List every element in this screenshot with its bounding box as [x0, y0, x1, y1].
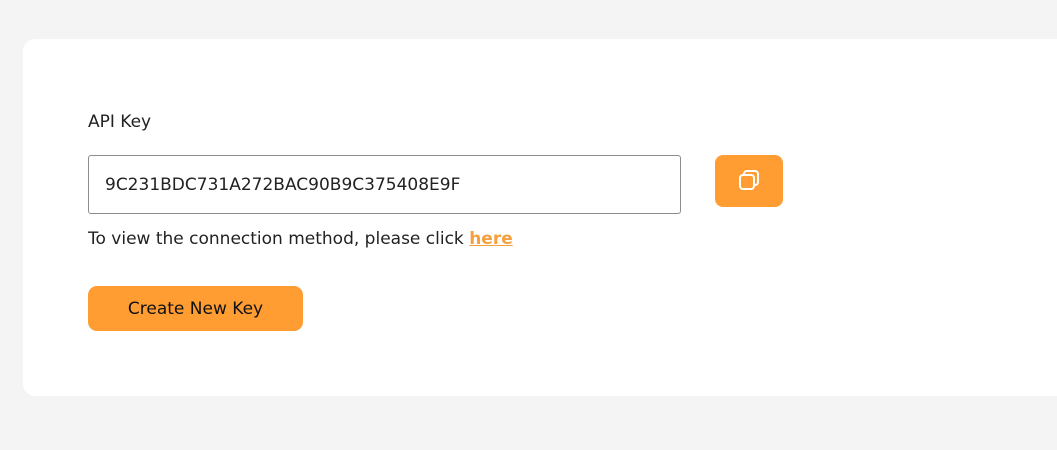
copy-button[interactable]: [715, 155, 783, 207]
connection-hint-text: To view the connection method, please cl…: [88, 229, 470, 249]
api-key-input[interactable]: [88, 155, 681, 214]
api-key-card: API Key To view the connection method, p…: [23, 39, 1057, 396]
create-new-key-button[interactable]: Create New Key: [88, 286, 303, 331]
connection-hint: To view the connection method, please cl…: [88, 229, 513, 249]
copy-icon: [737, 168, 761, 195]
api-key-label: API Key: [88, 112, 152, 132]
connection-method-link[interactable]: here: [469, 229, 513, 249]
